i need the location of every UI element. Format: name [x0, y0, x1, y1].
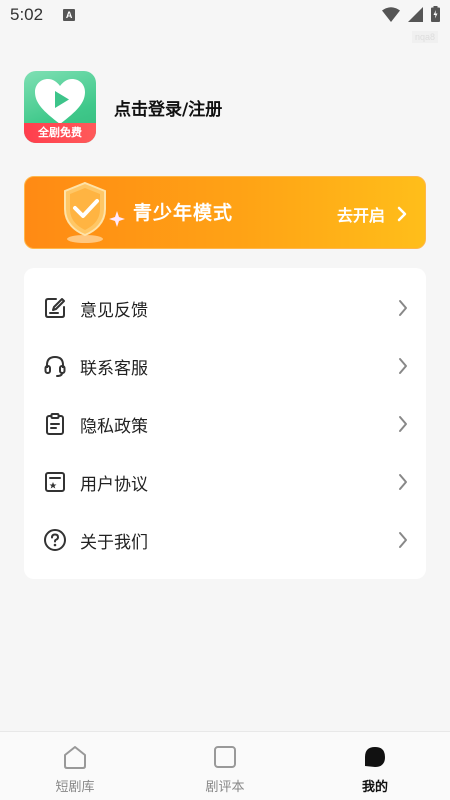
- settings-menu: 意见反馈 联系客服 隐私政策 用户协议 关于我们: [24, 268, 426, 579]
- menu-item-label: 关于我们: [80, 532, 148, 553]
- clipboard-icon: [42, 411, 68, 437]
- app-logo: 全剧免费: [24, 71, 96, 143]
- shield-check-icon: [64, 181, 125, 243]
- nav-label: 短剧库: [55, 780, 95, 795]
- menu-item-feedback[interactable]: 意见反馈: [24, 279, 426, 337]
- menu-item-label: 意见反馈: [80, 300, 148, 321]
- menu-item-customer-service[interactable]: 联系客服: [24, 337, 426, 395]
- chevron-right-icon: [399, 358, 407, 374]
- nav-tab-drama-library[interactable]: 短剧库: [0, 732, 150, 800]
- menu-item-label: 隐私政策: [80, 416, 148, 437]
- chevron-right-icon: [399, 532, 407, 548]
- nav-label: 我的: [361, 780, 388, 795]
- chevron-right-icon: [397, 206, 407, 221]
- heart-play-icon: [35, 79, 85, 124]
- home-icon: [64, 746, 86, 769]
- youth-mode-enable-button[interactable]: 去开启: [337, 177, 407, 250]
- wifi-icon: [382, 6, 400, 22]
- nav-tab-drama-reviews[interactable]: 剧评本: [150, 732, 300, 800]
- menu-item-label: 联系客服: [80, 358, 148, 379]
- status-time: 5:02: [10, 5, 44, 24]
- menu-item-label: 用户协议: [80, 474, 148, 495]
- feedback-edit-icon: [42, 295, 68, 321]
- square-icon: [214, 746, 236, 768]
- battery-icon: [431, 6, 440, 22]
- bottom-nav: 短剧库 剧评本 我的: [0, 731, 450, 800]
- chevron-right-icon: [399, 416, 407, 432]
- profile-header[interactable]: 全剧免费 点击登录/注册: [24, 71, 222, 143]
- chevron-right-icon: [399, 300, 407, 316]
- youth-mode-title: 青少年模式: [133, 202, 234, 224]
- menu-item-privacy-policy[interactable]: 隐私政策: [24, 395, 426, 453]
- youth-mode-action-label: 去开启: [336, 205, 385, 225]
- status-tag: nqa8: [411, 31, 438, 43]
- menu-item-about-us[interactable]: 关于我们: [24, 511, 426, 569]
- agreement-icon: [42, 469, 68, 495]
- status-icons: [382, 6, 440, 22]
- profile-blob-icon: [365, 747, 385, 767]
- logo-badge: 全剧免费: [24, 123, 96, 143]
- login-register-link[interactable]: 点击登录/注册: [114, 95, 222, 120]
- notification-icon: A: [63, 9, 76, 21]
- youth-mode-banner[interactable]: 青少年模式 去开启: [24, 176, 426, 249]
- question-circle-icon: [42, 527, 68, 553]
- headset-icon: [42, 353, 68, 379]
- nav-label: 剧评本: [205, 780, 245, 795]
- signal-icon: [408, 6, 423, 22]
- menu-item-user-agreement[interactable]: 用户协议: [24, 453, 426, 511]
- nav-tab-mine[interactable]: 我的: [300, 732, 450, 800]
- status-bar: 5:02 A: [0, 0, 450, 30]
- chevron-right-icon: [399, 474, 407, 490]
